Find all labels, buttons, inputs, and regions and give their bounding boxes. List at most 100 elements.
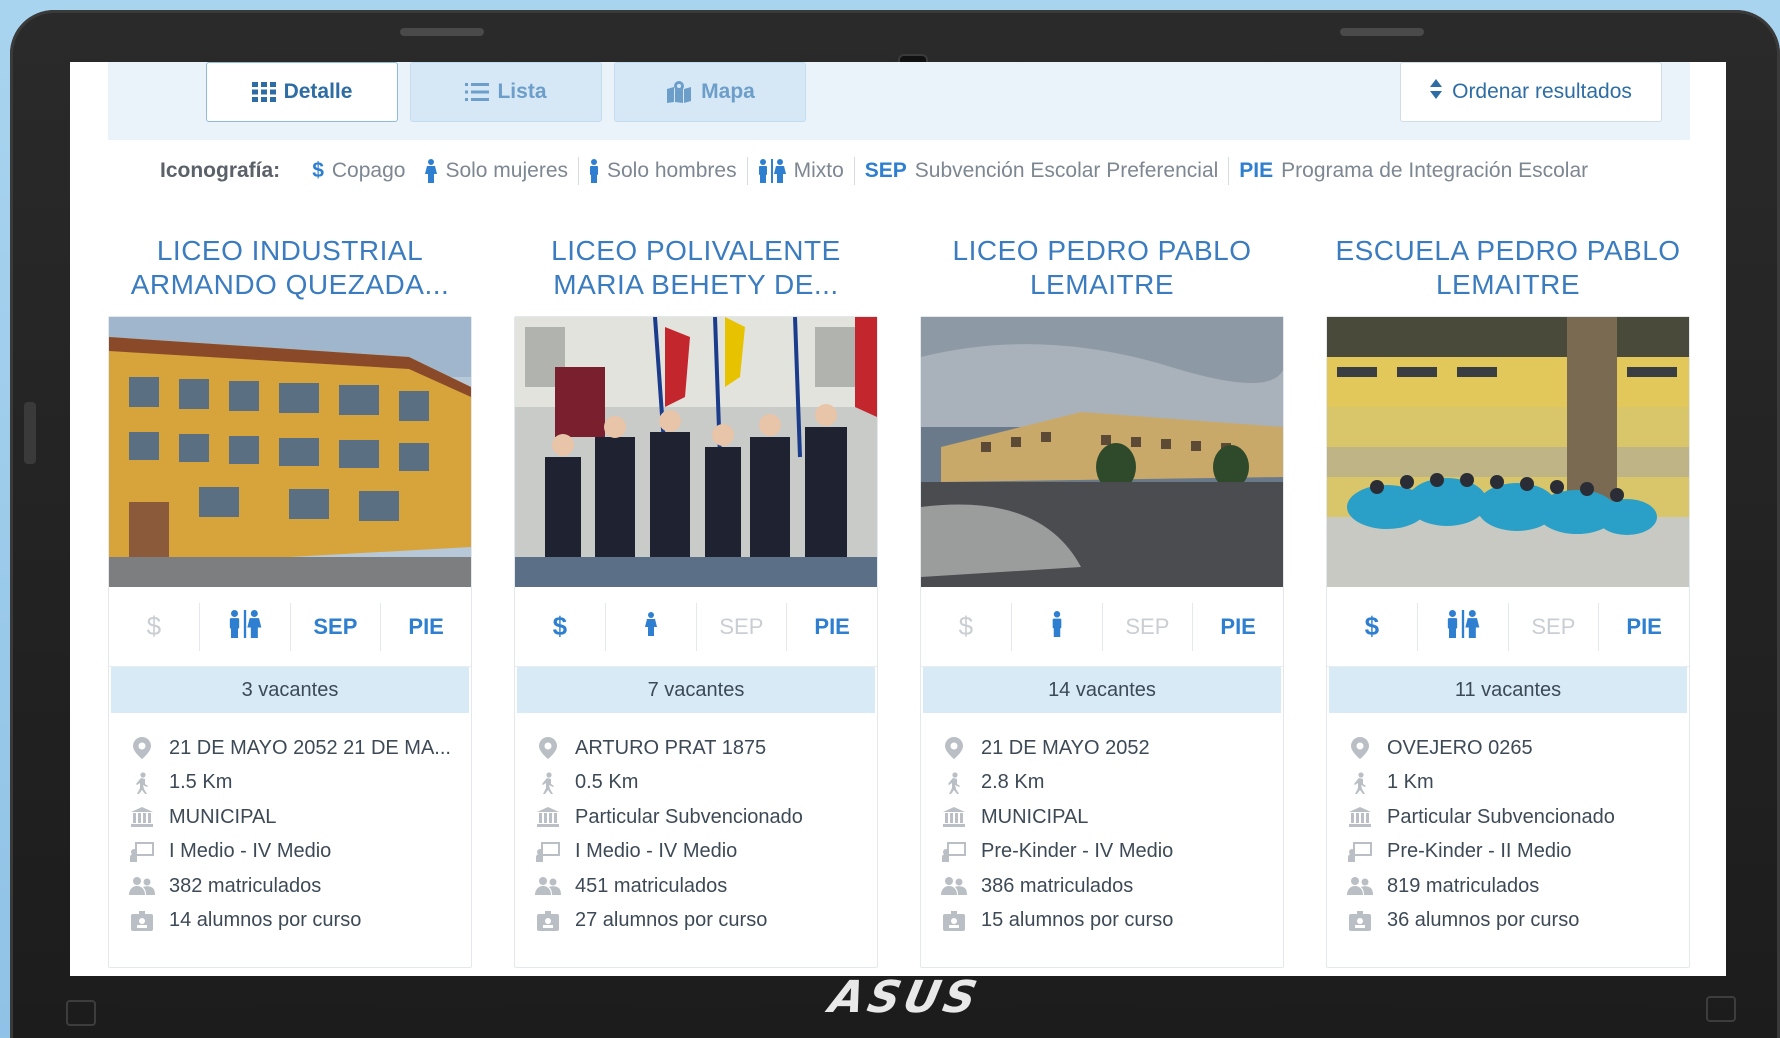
school-info: ARTURO PRAT 1875 0.5 Km Particular Subve… xyxy=(515,713,877,938)
school-features: $ SEP PIE xyxy=(109,587,471,667)
copago-indicator: $ xyxy=(515,602,606,651)
view-map-label: Mapa xyxy=(701,80,755,103)
male-icon xyxy=(589,159,599,183)
info-distance-text: 1 Km xyxy=(1387,771,1434,794)
location-pin-icon xyxy=(941,737,967,760)
info-per-course-text: 36 alumnos por curso xyxy=(1387,909,1580,932)
school-features: $ SEP PIE xyxy=(515,587,877,667)
school-title-line: LEMAITRE xyxy=(1435,269,1581,300)
legend-copago: $ Copago xyxy=(302,159,415,183)
vacancies-bar: 11 vacantes xyxy=(1329,667,1687,713)
school-card[interactable]: LICEO PEDRO PABLO LEMAITRE $ SEP PIE 14 … xyxy=(920,232,1284,976)
info-dependency: Particular Subvencionado xyxy=(1347,800,1689,835)
vacancies-bar: 7 vacantes xyxy=(517,667,875,713)
location-pin-icon xyxy=(1347,737,1373,760)
school-results: LICEO INDUSTRIAL ARMANDO QUEZADA... $ SE… xyxy=(108,232,1708,976)
school-photo[interactable] xyxy=(515,317,877,587)
school-photo[interactable] xyxy=(1327,317,1689,587)
view-map-button[interactable]: Mapa xyxy=(614,62,806,122)
copago-indicator: $ xyxy=(921,602,1012,651)
bezel-hinge xyxy=(1340,28,1424,36)
info-per-course-text: 15 alumnos por curso xyxy=(981,909,1174,932)
walking-icon xyxy=(941,772,967,794)
info-dependency: MUNICIPAL xyxy=(129,800,471,835)
view-list-button[interactable]: Lista xyxy=(410,62,602,122)
legend-pie-text: Programa de Integración Escolar xyxy=(1281,159,1589,182)
info-distance-text: 0.5 Km xyxy=(575,771,639,794)
school-card-body: $ SEP PIE 11 vacantes OVEJERO 0265 1 Km … xyxy=(1326,316,1690,968)
school-card[interactable]: LICEO INDUSTRIAL ARMANDO QUEZADA... $ SE… xyxy=(108,232,472,976)
school-photo[interactable] xyxy=(921,317,1283,587)
info-enrolled-text: 382 matriculados xyxy=(169,874,322,897)
school-title-line: LICEO PEDRO PABLO xyxy=(952,235,1252,266)
classroom-icon xyxy=(941,841,967,862)
school-title[interactable]: LICEO POLIVALENTE MARIA BEHETY DE... xyxy=(514,232,878,308)
vacancies-bar: 3 vacantes xyxy=(111,667,469,713)
info-enrolled: 819 matriculados xyxy=(1347,869,1689,904)
dollar-icon: $ xyxy=(552,611,568,641)
sort-icon xyxy=(1430,79,1443,105)
school-title-line: MARIA BEHETY DE... xyxy=(553,269,839,300)
info-dependency: Particular Subvencionado xyxy=(535,800,877,835)
gender-indicator xyxy=(200,602,291,651)
info-levels: Pre-Kinder - II Medio xyxy=(1347,835,1689,870)
info-per-course: 36 alumnos por curso xyxy=(1347,904,1689,939)
school-card-body: $ SEP PIE 14 vacantes 21 DE MAYO 2052 2.… xyxy=(920,316,1284,968)
school-title[interactable]: LICEO INDUSTRIAL ARMANDO QUEZADA... xyxy=(108,232,472,308)
legend-pie-code: PIE xyxy=(1239,159,1274,182)
gender-indicator xyxy=(606,602,697,651)
users-icon xyxy=(535,877,561,896)
classroom-icon xyxy=(1347,841,1373,862)
info-per-course: 14 alumnos por curso xyxy=(129,904,471,939)
info-levels-text: I Medio - IV Medio xyxy=(575,840,738,863)
iconography-legend: Iconografía: $ Copago Solo mujeres Solo … xyxy=(160,154,1660,188)
info-levels-text: I Medio - IV Medio xyxy=(169,840,332,863)
list-icon xyxy=(465,82,490,102)
info-distance: 1.5 Km xyxy=(129,766,471,801)
info-distance-text: 2.8 Km xyxy=(981,771,1045,794)
school-title[interactable]: LICEO PEDRO PABLO LEMAITRE xyxy=(920,232,1284,308)
laptop-logo: ASUS xyxy=(825,972,986,1023)
location-pin-icon xyxy=(129,737,155,760)
mixed-gender-icon xyxy=(228,609,262,644)
dollar-icon: $ xyxy=(146,611,162,641)
users-icon xyxy=(129,877,155,896)
legend-mixto-label: Mixto xyxy=(793,159,844,182)
location-pin-icon xyxy=(535,737,561,760)
info-address: OVEJERO 0265 xyxy=(1347,731,1689,766)
bezel-hinge xyxy=(400,28,484,36)
school-photo[interactable] xyxy=(109,317,471,587)
sort-label: Ordenar resultados xyxy=(1452,80,1632,103)
mixed-gender-icon xyxy=(758,159,786,183)
school-features: $ SEP PIE xyxy=(921,587,1283,667)
view-toolbar: Detalle Lista Mapa Ordenar resultados xyxy=(108,62,1690,140)
users-icon xyxy=(941,877,967,896)
side-button xyxy=(24,402,36,464)
school-title[interactable]: ESCUELA PEDRO PABLO LEMAITRE xyxy=(1326,232,1690,308)
info-per-course: 27 alumnos por curso xyxy=(535,904,877,939)
view-detail-button[interactable]: Detalle xyxy=(206,62,398,122)
legend-title: Iconografía: xyxy=(160,159,281,182)
building-columns-icon xyxy=(535,807,561,828)
gender-indicator xyxy=(1012,602,1103,651)
female-icon xyxy=(644,611,657,643)
school-card[interactable]: ESCUELA PEDRO PABLO LEMAITRE $ SEP PIE 1… xyxy=(1326,232,1690,976)
school-title-line: ESCUELA PEDRO PABLO xyxy=(1335,235,1681,266)
id-badge-icon xyxy=(1347,910,1373,931)
school-card[interactable]: LICEO POLIVALENTE MARIA BEHETY DE... $ S… xyxy=(514,232,878,976)
legend-sep: SEP Subvención Escolar Preferencial xyxy=(855,159,1229,183)
info-enrolled: 451 matriculados xyxy=(535,869,877,904)
map-icon xyxy=(665,81,693,103)
sort-results-button[interactable]: Ordenar resultados xyxy=(1400,62,1662,122)
school-title-line: LICEO INDUSTRIAL xyxy=(156,235,424,266)
info-enrolled-text: 386 matriculados xyxy=(981,874,1134,897)
classroom-icon xyxy=(535,841,561,862)
info-enrolled-text: 819 matriculados xyxy=(1387,874,1540,897)
sep-indicator: SEP xyxy=(291,602,382,651)
info-address-text: 21 DE MAYO 2052 xyxy=(981,736,1150,759)
id-badge-icon xyxy=(129,910,155,931)
grid-icon xyxy=(251,82,276,102)
sep-indicator: SEP xyxy=(1509,602,1600,651)
school-card-body: $ SEP PIE 3 vacantes 21 DE MAYO 2052 21 … xyxy=(108,316,472,968)
info-per-course-text: 27 alumnos por curso xyxy=(575,909,768,932)
